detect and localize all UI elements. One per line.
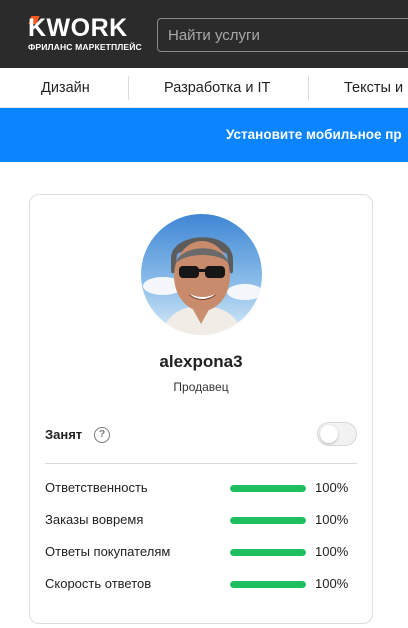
avatar-photo xyxy=(141,214,262,335)
category-nav: Дизайн Разработка и IT Тексты и xyxy=(0,68,408,108)
toggle-knob xyxy=(320,425,338,443)
metric-progress-bar xyxy=(230,485,306,492)
username[interactable]: alexpona3 xyxy=(30,352,372,372)
busy-label: Занят xyxy=(45,427,83,442)
kwork-logo[interactable]: KWORK ФРИЛАНС МАРКЕТПЛЕЙС xyxy=(28,15,144,55)
metric-label: Скорость ответов xyxy=(45,576,152,591)
metric-row: Ответственность 100% xyxy=(45,479,357,499)
logo-wordmark: KWORK xyxy=(28,14,128,42)
metric-progress-bar xyxy=(230,549,306,556)
category-texts[interactable]: Тексты и xyxy=(344,68,403,108)
metric-row: Заказы вовремя 100% xyxy=(45,511,357,531)
metric-value: 100% xyxy=(315,512,349,527)
metric-row: Скорость ответов 100% xyxy=(45,575,357,595)
metric-progress-fill xyxy=(230,517,306,524)
metric-progress-bar xyxy=(230,517,306,524)
category-design[interactable]: Дизайн xyxy=(41,68,90,108)
metric-value: 100% xyxy=(315,544,349,559)
seller-profile-card: alexpona3 Продавец Занят ? Ответственнос… xyxy=(29,194,373,624)
busy-toggle[interactable] xyxy=(317,422,357,446)
banner-text: Установите мобильное пр xyxy=(226,127,402,142)
metric-row: Ответы покупателям 100% xyxy=(45,543,357,563)
question-circle-icon[interactable]: ? xyxy=(94,427,110,443)
metric-value: 100% xyxy=(315,480,349,495)
search-box[interactable] xyxy=(157,18,408,52)
metric-progress-fill xyxy=(230,581,306,588)
category-development-it[interactable]: Разработка и IT xyxy=(164,68,270,108)
metric-progress-bar xyxy=(230,581,306,588)
logo-subtitle: ФРИЛАНС МАРКЕТПЛЕЙС xyxy=(28,42,142,52)
search-input[interactable] xyxy=(158,19,408,51)
metric-label: Заказы вовремя xyxy=(45,512,144,527)
avatar[interactable] xyxy=(141,214,262,335)
metric-value: 100% xyxy=(315,576,349,591)
divider xyxy=(45,463,357,464)
user-role: Продавец xyxy=(173,380,229,394)
top-header: KWORK ФРИЛАНС МАРКЕТПЛЕЙС xyxy=(0,0,408,68)
metric-progress-fill xyxy=(230,485,306,492)
metric-progress-fill xyxy=(230,549,306,556)
category-separator xyxy=(128,76,129,100)
category-separator xyxy=(308,76,309,100)
app-install-banner[interactable]: Установите мобильное пр xyxy=(0,108,408,162)
metric-label: Ответы покупателям xyxy=(45,544,171,559)
metric-label: Ответственность xyxy=(45,480,148,495)
